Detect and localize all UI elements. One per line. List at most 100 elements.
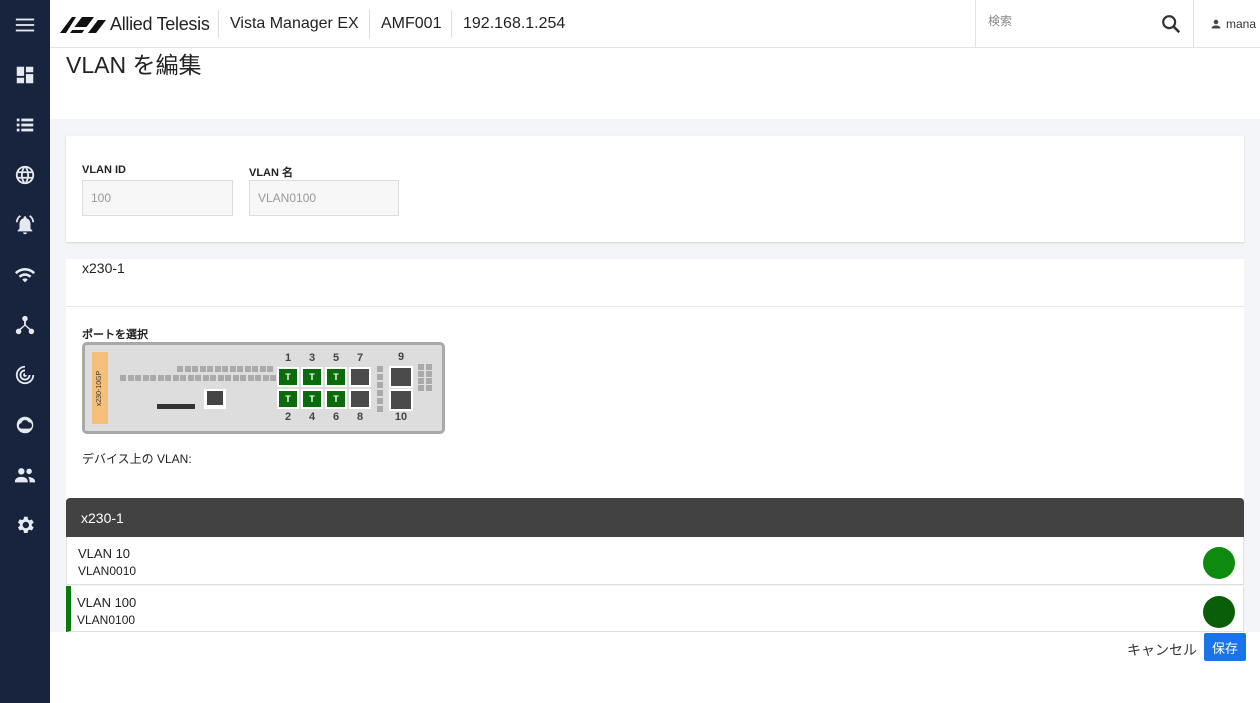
status-led [217,375,224,381]
status-led [177,366,183,372]
cancel-button[interactable]: キャンセル [1122,640,1202,660]
status-led [187,375,194,381]
status-led [377,406,383,412]
status-led [202,375,209,381]
save-button[interactable]: 保存 [1204,633,1246,661]
status-led [214,366,221,372]
status-led [127,375,134,381]
port-number: 9 [397,351,405,363]
brand-logo[interactable]: Allied Telesis [60,14,210,35]
port-tag: T [279,369,297,385]
port-number: 10 [394,411,408,423]
status-led [135,375,141,381]
status-led [267,366,273,372]
status-led [165,375,171,381]
status-led [232,375,239,381]
port-select-label: ポートを選択 [82,329,148,341]
alarm-icon[interactable] [13,213,37,237]
divider [66,306,1244,307]
menu-icon[interactable] [13,13,37,37]
vlan-name-label: VLAN 名 [249,167,293,179]
port-10[interactable] [389,389,413,411]
vlan-description: VLAN0100 [77,613,136,627]
status-led [252,366,258,372]
header-divider [369,10,370,38]
port-tag: T [303,369,321,385]
status-led [247,375,254,381]
header-divider [218,10,219,38]
status-led [192,366,198,372]
device-name: AMF001 [381,15,442,32]
search-input[interactable] [988,14,1148,28]
users-icon[interactable] [13,463,37,487]
status-led [222,366,228,372]
port-number: 3 [308,352,316,364]
port-4[interactable]: T [301,389,323,409]
vlan-list-item-selected[interactable]: VLAN 100 VLAN0100 [66,586,1244,632]
header-divider [451,10,452,38]
vlan-id-field[interactable]: 100 [82,180,233,216]
switch-faceplate: x230-10GP 1 3 5 7 9 2 4 6 8 10 T T T T T… [82,342,445,434]
status-led [259,366,266,372]
status-led [262,375,269,381]
vlan-name: VLAN 10 [78,546,131,561]
usb-slot [157,404,195,409]
status-led [184,366,191,372]
dashboard-icon[interactable] [13,63,37,87]
port-2[interactable]: T [277,389,299,409]
list-icon[interactable] [13,113,37,137]
wifi-icon[interactable] [13,263,37,287]
status-led [418,378,424,384]
vlan-list-item[interactable]: VLAN 10 VLAN0010 [66,537,1244,585]
status-led [120,375,126,381]
status-led [150,375,156,381]
status-led [426,364,432,370]
port-number: 5 [332,352,340,364]
user-menu[interactable]: mana [1210,17,1256,31]
cloud-icon[interactable] [13,413,37,437]
vlan-color-indicator [1203,547,1235,579]
status-led [240,375,246,381]
management-port [204,389,226,409]
status-led [237,366,243,372]
status-led [172,375,179,381]
port-tag: T [303,391,321,407]
status-led [377,374,383,380]
port-tag [391,391,411,409]
port-9[interactable] [389,366,413,388]
status-led [207,366,213,372]
page-title: VLAN を編集 [66,52,202,78]
search-icon[interactable] [1160,13,1182,35]
status-led [157,375,164,381]
vlan-settings-card: VLAN ID 100 VLAN 名 VLAN0100 [66,136,1244,242]
vlan-list-title: x230-1 [81,510,124,526]
status-led [210,375,216,381]
port-1[interactable]: T [277,367,299,387]
status-led [426,378,432,384]
port-tag [391,368,411,386]
port-5[interactable]: T [325,367,347,387]
port-3[interactable]: T [301,367,323,387]
switch-model-text: x230-10GP [96,370,104,406]
vlan-name-field[interactable]: VLAN0100 [249,180,399,216]
radar-icon[interactable] [13,363,37,387]
settings-icon[interactable] [13,513,37,537]
topology-icon[interactable] [13,313,37,337]
vlan-name: VLAN 100 [77,595,137,610]
status-led [418,364,424,370]
port-tag: T [327,369,345,385]
app-name: Vista Manager EX [230,15,359,32]
status-led [195,375,201,381]
port-6[interactable]: T [325,389,347,409]
port-7[interactable] [349,367,371,387]
user-name: mana [1226,17,1257,31]
user-icon [1211,19,1221,29]
top-header: Allied Telesis Vista Manager EX AMF001 1… [50,0,1260,48]
port-8[interactable] [349,389,371,409]
allied-telesis-logo-icon [60,16,106,33]
footer-bar [50,632,1260,703]
globe-icon[interactable] [13,163,37,187]
search-box [975,0,1194,47]
device-title: x230-1 [82,260,125,276]
status-led [244,366,251,372]
